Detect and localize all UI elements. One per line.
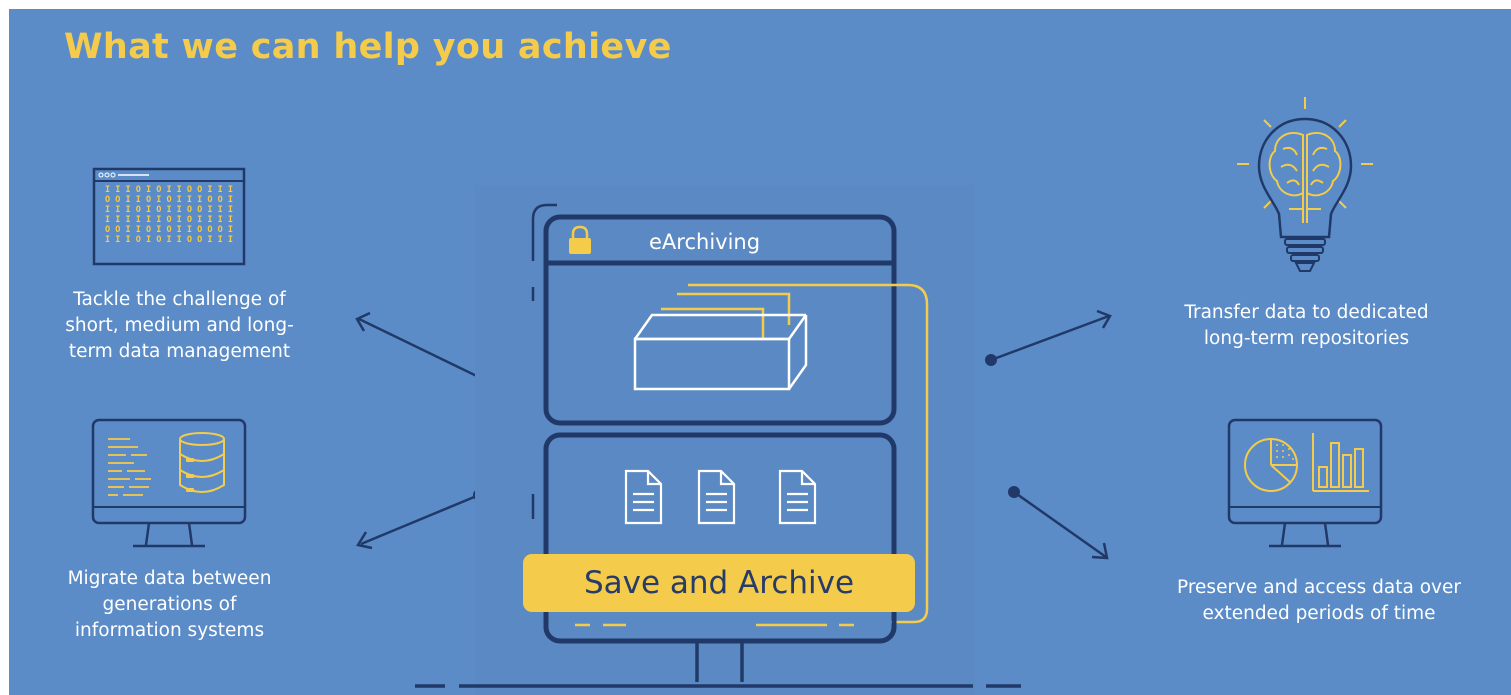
caption-line: term data management: [68, 341, 291, 362]
caption-line: generations of: [102, 594, 237, 615]
caption-line: long-term repositories: [1203, 328, 1410, 349]
caption-line: Preserve and access data over: [1177, 577, 1461, 598]
database-monitor-icon: [91, 418, 247, 548]
caption-data-management: Tackle the challenge of short, medium an…: [37, 287, 322, 365]
svg-text:O O I I O I O I I O O O I: O O I I O I O I I O O O I: [105, 225, 233, 235]
caption-line: short, medium and long-: [65, 315, 294, 336]
caption-transfer-data: Transfer data to dedicated long-term rep…: [1159, 300, 1454, 352]
arrow-dot: [1008, 486, 1020, 498]
caption-migrate-data: Migrate data between generations of info…: [37, 566, 302, 644]
arrow-bottom-left: [356, 493, 480, 550]
arrow-top-right: [990, 309, 1112, 362]
arrow-bottom-right: [1013, 490, 1109, 560]
svg-text:I I I O I O I I O O I I I: I I I O I O I I O O I I I: [105, 205, 233, 215]
analytics-monitor-icon: [1227, 418, 1383, 548]
window-title: eArchiving: [649, 230, 761, 254]
binary-data-window-icon: I I I O I O I I O O I I I O O I I O I O …: [92, 167, 246, 266]
caption-line: information systems: [74, 620, 265, 641]
caption-line: Tackle the challenge of: [73, 289, 286, 310]
caption-line: Transfer data to dedicated: [1184, 302, 1429, 323]
lightbulb-brain-icon: [1237, 97, 1373, 272]
svg-text:O O I I O I O I I I O O I: O O I I O I O I I I O O I: [105, 195, 233, 205]
caption-line: Migrate data between: [67, 568, 272, 589]
svg-text:I I I I I I O I O I I I I: I I I I I I O I O I I I I: [105, 215, 233, 225]
infographic-panel: What we can help you achieve I I I O I O…: [9, 9, 1511, 695]
arrow-top-left: [355, 311, 488, 383]
caption-line: extended periods of time: [1202, 603, 1436, 624]
arrow-dot: [985, 354, 997, 366]
save-and-archive-button[interactable]: Save and Archive: [523, 554, 915, 612]
svg-text:I I I O I O I I O O I I I: I I I O I O I I O O I I I: [105, 185, 233, 195]
caption-preserve-access: Preserve and access data over extended p…: [1144, 575, 1494, 627]
archive-device: [415, 185, 1021, 695]
svg-text:I I I O I O I I O O I I I: I I I O I O I I O O I I I: [105, 235, 233, 245]
